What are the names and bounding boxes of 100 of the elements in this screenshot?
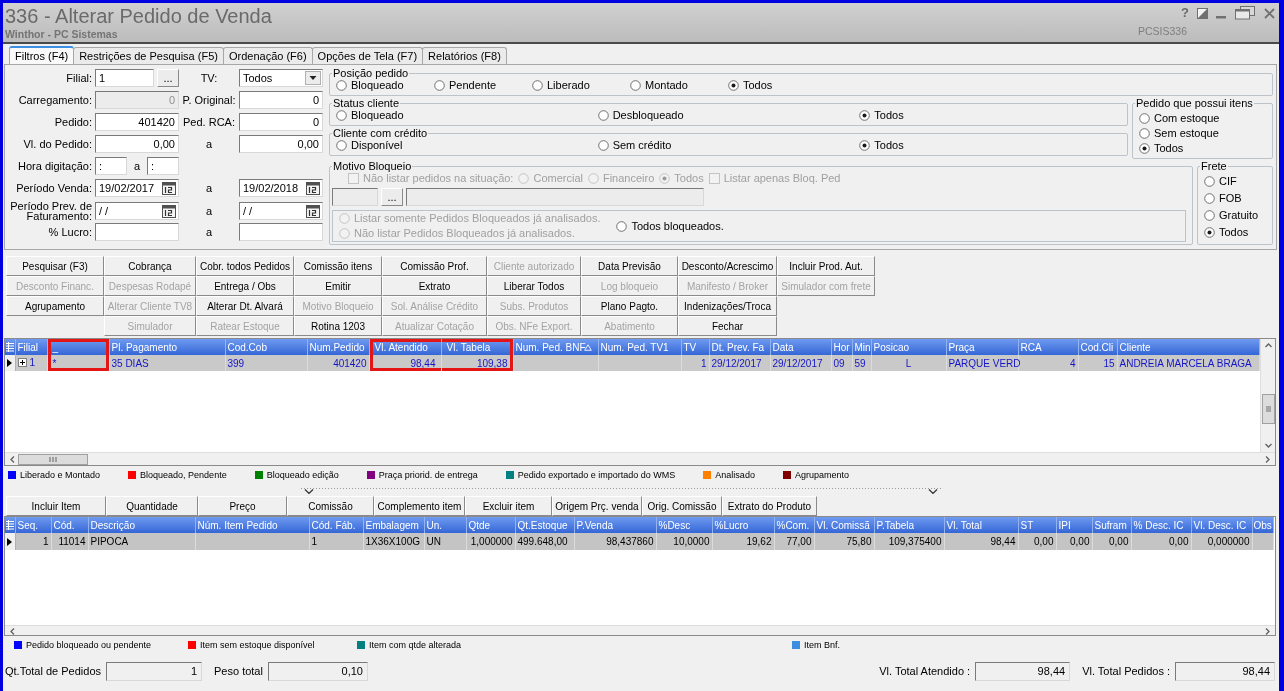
radio-button[interactable]: Pendente: [434, 79, 532, 92]
item-button[interactable]: Comissão: [287, 496, 374, 516]
calendar-icon[interactable]: [306, 181, 320, 195]
time-field[interactable]: :: [95, 157, 127, 175]
number-field[interactable]: 0,00: [239, 135, 323, 153]
action-button[interactable]: Cobrança: [104, 256, 196, 276]
column-header[interactable]: Vl. Tabela: [441, 339, 513, 355]
column-header[interactable]: Descrição: [88, 517, 195, 533]
radio-button[interactable]: FOB: [1204, 192, 1242, 205]
column-header[interactable]: IPI: [1056, 517, 1092, 533]
action-button[interactable]: Extrato: [382, 276, 487, 296]
radio-button[interactable]: Disponível: [336, 139, 403, 152]
column-header[interactable]: TV: [681, 339, 709, 355]
column-header[interactable]: Cód.: [51, 517, 88, 533]
column-header[interactable]: Qtde: [466, 517, 515, 533]
lookup-button[interactable]: ...: [157, 69, 179, 87]
row-header-cell[interactable]: [5, 533, 15, 550]
radio-button[interactable]: Bloqueado: [336, 109, 404, 122]
action-button[interactable]: Incluir Prod. Aut.: [777, 256, 875, 276]
column-header[interactable]: P.Tabela: [874, 517, 944, 533]
radio-button[interactable]: Com estoque: [1139, 112, 1220, 125]
column-header[interactable]: Filial: [15, 339, 47, 355]
column-header[interactable]: Qt.Estoque: [515, 517, 574, 533]
radio-button[interactable]: CIF: [1204, 175, 1237, 188]
column-header[interactable]: Hor: [831, 339, 852, 355]
text-field[interactable]: [239, 223, 323, 241]
column-header[interactable]: _: [47, 339, 109, 355]
tab[interactable]: Ordenação (F6): [222, 47, 313, 64]
column-header[interactable]: Num. Ped. TV1: [598, 339, 681, 355]
close-icon[interactable]: [1264, 7, 1275, 19]
action-button[interactable]: Plano Pagto.: [581, 296, 678, 316]
column-header[interactable]: Sufram: [1092, 517, 1131, 533]
row-header-cell[interactable]: [5, 355, 15, 371]
radio-button[interactable]: Todos: [859, 109, 904, 122]
item-button[interactable]: Origem Prç. venda: [552, 496, 642, 516]
column-header[interactable]: ST: [1018, 517, 1056, 533]
scrollbar-thumb[interactable]: [18, 453, 88, 465]
radio-button[interactable]: Todos: [1204, 226, 1249, 239]
number-field[interactable]: 0: [239, 91, 323, 109]
column-header[interactable]: RCA: [1018, 339, 1078, 355]
calendar-icon[interactable]: [162, 204, 176, 218]
dropdown-field[interactable]: Todos: [239, 69, 323, 87]
radio-button[interactable]: Desbloqueado: [597, 109, 684, 122]
radio-button[interactable]: Liberado: [532, 79, 630, 92]
radio-button[interactable]: Bloqueado: [336, 79, 434, 92]
date-field[interactable]: / /: [95, 202, 179, 220]
text-field[interactable]: [95, 223, 179, 241]
item-button[interactable]: Excluir item: [465, 496, 552, 516]
date-field[interactable]: 19/02/2017: [95, 179, 179, 197]
column-header[interactable]: Praça: [946, 339, 1018, 355]
splitter-grip[interactable]: [301, 486, 941, 495]
horizontal-scrollbar[interactable]: [5, 625, 1275, 635]
horizontal-scrollbar[interactable]: [5, 452, 1275, 465]
radio-button[interactable]: Todos: [1139, 142, 1184, 155]
calendar-icon[interactable]: [162, 181, 176, 195]
scrollbar-thumb[interactable]: [1261, 394, 1275, 424]
column-header[interactable]: Cod.Cob: [225, 339, 307, 355]
expand-icon[interactable]: [17, 358, 27, 367]
action-button[interactable]: Desconto/Acrescimo: [678, 256, 777, 276]
radio-button[interactable]: Montado: [630, 79, 728, 92]
column-header[interactable]: %Lucro: [712, 517, 774, 533]
action-button[interactable]: Emitir: [294, 276, 382, 296]
action-button[interactable]: Pesquisar (F3): [6, 256, 104, 276]
column-header[interactable]: Vl. Total: [944, 517, 1018, 533]
number-field[interactable]: 401420: [95, 113, 179, 131]
text-field[interactable]: 1: [95, 69, 154, 87]
column-header[interactable]: Núm. Item Pedido: [195, 517, 309, 533]
tab[interactable]: Relatórios (F8): [422, 47, 507, 64]
column-header[interactable]: % Desc. IC: [1131, 517, 1191, 533]
item-button[interactable]: Complemento item: [374, 496, 465, 516]
radio-button[interactable]: Todos: [728, 79, 826, 92]
calendar-icon[interactable]: [306, 204, 320, 218]
column-chooser-icon[interactable]: [5, 520, 14, 530]
number-field[interactable]: 0,00: [95, 135, 179, 153]
item-button[interactable]: Orig. Comissão: [642, 496, 722, 516]
action-button[interactable]: Agrupamento: [6, 296, 104, 316]
action-button[interactable]: Rotina 1203: [294, 316, 382, 336]
column-header[interactable]: Pl. Pagamento: [109, 339, 225, 355]
radio-button[interactable]: Gratuito: [1204, 209, 1259, 222]
column-header[interactable]: Cliente: [1117, 339, 1259, 355]
column-chooser-icon[interactable]: [5, 342, 14, 352]
vertical-scrollbar[interactable]: [1260, 339, 1275, 452]
column-header[interactable]: Dt. Prev. Fa: [709, 339, 770, 355]
tab[interactable]: Restrições de Pesquisa (F5): [73, 47, 224, 64]
column-header[interactable]: Un.: [424, 517, 466, 533]
help-button[interactable]: ?: [1181, 6, 1189, 20]
column-header[interactable]: Posicao: [871, 339, 946, 355]
number-field[interactable]: 0: [239, 113, 323, 131]
action-button[interactable]: Indenizações/Troca: [678, 296, 777, 316]
column-header[interactable]: %Desc: [656, 517, 712, 533]
column-header[interactable]: %Com.: [774, 517, 814, 533]
lookup-button[interactable]: ...: [381, 188, 403, 206]
action-button[interactable]: Entrega / Obs: [196, 276, 294, 296]
column-header[interactable]: Obs: [1252, 517, 1273, 533]
radio-button[interactable]: Sem estoque: [1139, 127, 1219, 140]
action-button[interactable]: Alterar Dt. Alvará: [196, 296, 294, 316]
item-button[interactable]: Extrato do Produto: [722, 496, 817, 516]
column-header[interactable]: Embalagem: [363, 517, 424, 533]
maximize-icon[interactable]: [1197, 7, 1208, 19]
restore-icon[interactable]: [1234, 6, 1256, 20]
